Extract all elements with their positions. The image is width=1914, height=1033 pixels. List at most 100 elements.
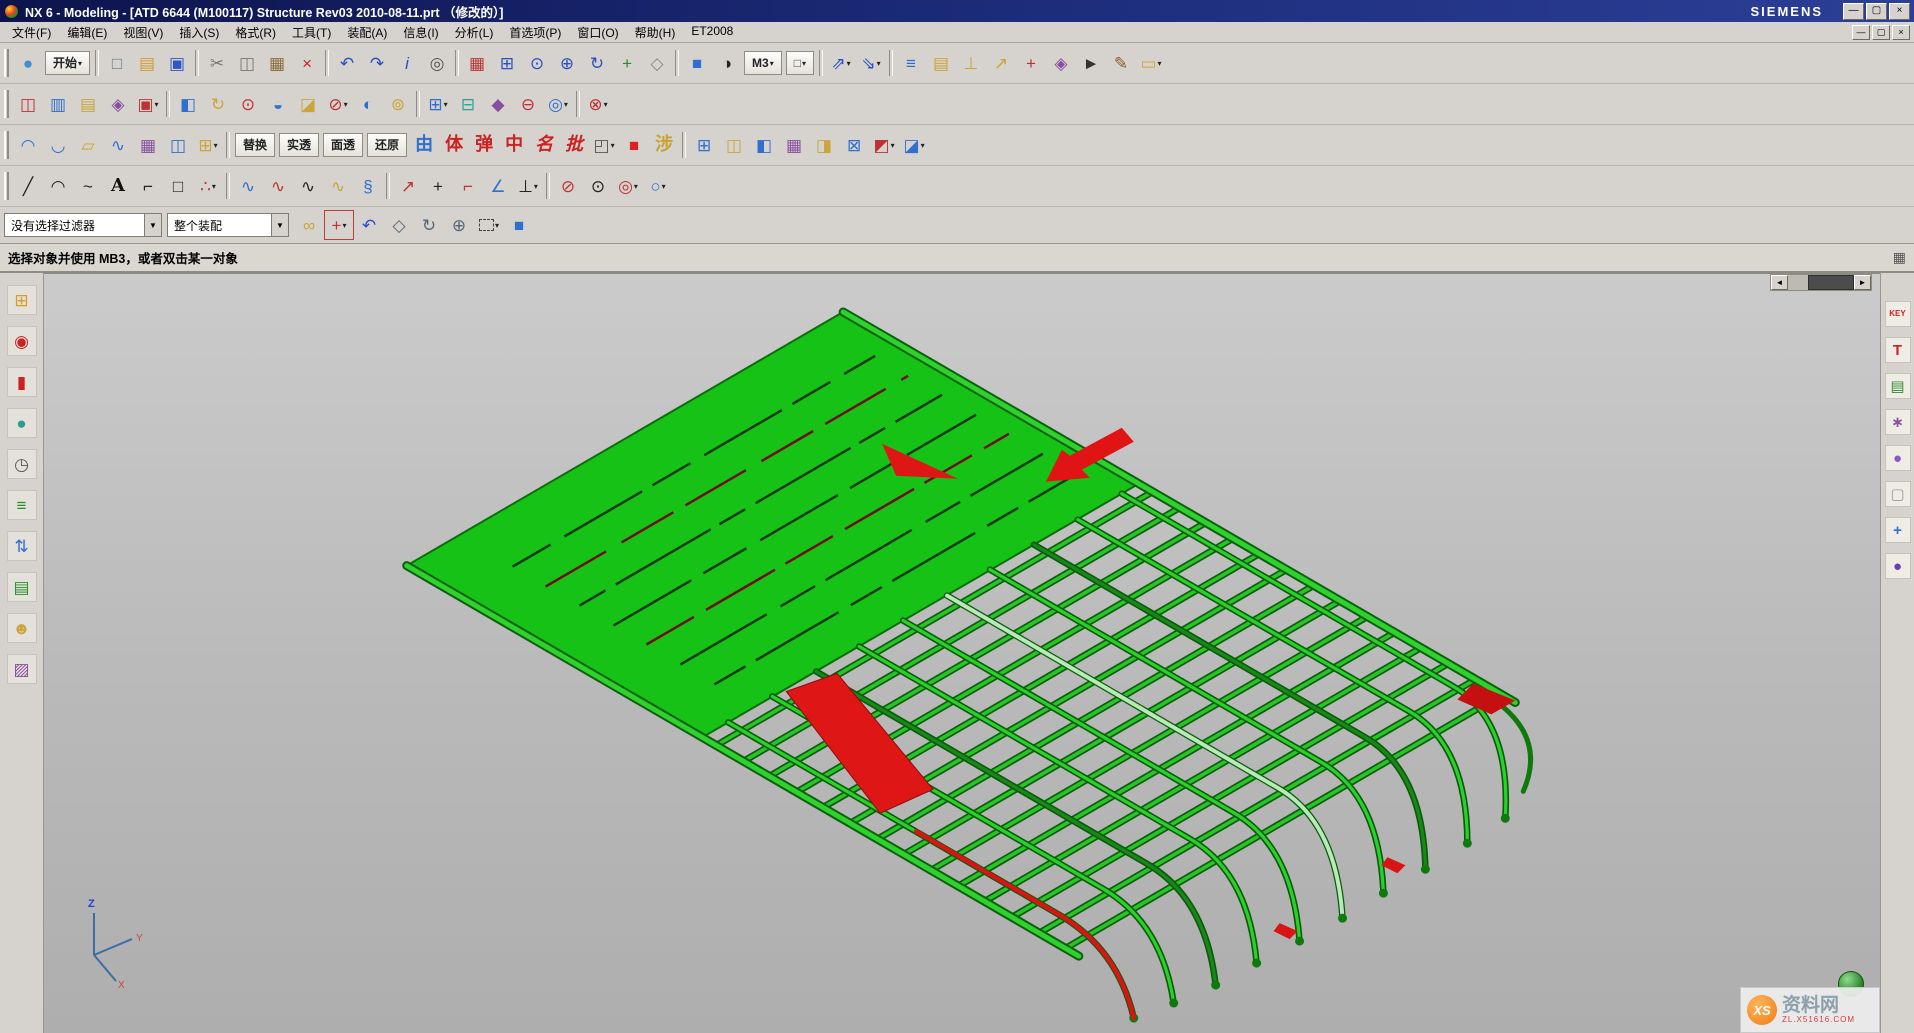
batch-display-button[interactable]: 批 <box>559 130 589 160</box>
toolbar-grip[interactable] <box>4 172 9 200</box>
body-display-button[interactable]: 体 <box>439 130 469 160</box>
separator[interactable] <box>226 173 230 199</box>
doc-minimize-button[interactable]: — <box>1852 25 1870 40</box>
surface-sheet-button[interactable]: ◠ <box>13 130 43 160</box>
refresh-button[interactable]: ↻ <box>582 48 612 78</box>
quadrant-display-button[interactable]: ◰ ▾ <box>589 130 619 160</box>
delete-face-button[interactable]: ⊗ ▾ <box>583 89 613 119</box>
assembly-move-button[interactable]: ⊠ <box>839 130 869 160</box>
perpendicular-button[interactable]: ⊥ ▾ <box>513 171 543 201</box>
separator[interactable] <box>889 50 893 76</box>
full-circle-button[interactable]: ○ ▾ <box>643 171 673 201</box>
project-curve-button[interactable]: ↗ <box>393 171 423 201</box>
assembly-pattern-button[interactable]: ▦ <box>779 130 809 160</box>
doc-restore-button[interactable]: ▢ <box>1872 25 1890 40</box>
key-palette-button[interactable]: KEY <box>1885 301 1911 327</box>
menu-edit[interactable]: 编辑(E) <box>59 22 115 43</box>
scroll-right-button[interactable]: ► <box>1854 275 1871 290</box>
center-display-button[interactable]: 中 <box>499 130 529 160</box>
coordinate-triad[interactable]: Z Y X <box>72 893 164 989</box>
constraint-navigator-button[interactable]: ◉ <box>7 326 37 356</box>
name-display-button[interactable]: 名 <box>529 130 559 160</box>
part-navigator-button[interactable]: ≡ <box>7 490 37 520</box>
part-drawing-button[interactable]: ◫ <box>13 89 43 119</box>
intersect-button[interactable]: ◆ <box>483 89 513 119</box>
display-window-button[interactable]: ▦ <box>462 48 492 78</box>
surface-bowl-button[interactable]: ◡ <box>43 130 73 160</box>
redo-button[interactable]: ↷ <box>362 48 392 78</box>
shell-button[interactable]: ◐ <box>353 89 383 119</box>
marquee-select-button[interactable]: ▾ <box>474 210 504 240</box>
subtract-button[interactable]: ⊟ <box>453 89 483 119</box>
selection-filter-combo[interactable]: 没有选择过滤器 ▼ <box>4 213 162 237</box>
arc-button[interactable]: ◠ <box>43 171 73 201</box>
menu-preferences[interactable]: 首选项(P) <box>501 22 569 43</box>
extrude-button[interactable]: ◧ <box>173 89 203 119</box>
visualization-palette-button[interactable]: ▤ <box>1885 373 1911 399</box>
orient-view-button[interactable]: ⇗ ▾ <box>826 48 856 78</box>
rectangle-button[interactable]: □ <box>163 171 193 201</box>
menu-window[interactable]: 窗口(O) <box>569 22 626 43</box>
minimize-button[interactable]: — <box>1843 3 1864 20</box>
menu-format[interactable]: 格式(R) <box>227 22 284 43</box>
shaded-cube-button[interactable]: ■ <box>504 210 534 240</box>
menu-file[interactable]: 文件(F) <box>4 22 59 43</box>
wave-curve-button[interactable]: ~ <box>73 171 103 201</box>
vector-button[interactable]: ↗ <box>986 48 1016 78</box>
snap-point-button[interactable]: + ▾ <box>324 210 354 240</box>
offset-curve-button[interactable]: ⊘ <box>553 171 583 201</box>
history-button[interactable]: ◷ <box>7 449 37 479</box>
menu-assemblies[interactable]: 装配(A) <box>339 22 395 43</box>
toolbar-grip[interactable] <box>4 90 9 118</box>
separator[interactable] <box>819 50 823 76</box>
separator[interactable] <box>675 50 679 76</box>
menu-et2008[interactable]: ET2008 <box>683 22 741 43</box>
cup-palette-button[interactable]: ▢ <box>1885 481 1911 507</box>
sheet-button[interactable]: ▥ <box>43 89 73 119</box>
replace-button[interactable]: 替换 <box>235 133 275 157</box>
model-3d-view[interactable] <box>44 274 1880 1033</box>
scrollbar-thumb[interactable] <box>1808 275 1854 290</box>
separator[interactable] <box>682 132 686 158</box>
cut-button[interactable]: ✂ <box>202 48 232 78</box>
red-block-button[interactable]: ■ <box>619 130 649 160</box>
toolbar-grip[interactable] <box>4 131 9 159</box>
clamp-palette-button[interactable]: + <box>1885 517 1911 543</box>
measure-button[interactable]: ▭ ▾ <box>1136 48 1166 78</box>
menu-insert[interactable]: 插入(S) <box>171 22 227 43</box>
assembly-navigator-button[interactable]: ⊞ <box>7 285 37 315</box>
doc-close-button[interactable]: × <box>1892 25 1910 40</box>
web-browser-button[interactable]: ● <box>7 408 37 438</box>
delete-button[interactable]: × <box>292 48 322 78</box>
selection-scope-combo[interactable]: 整个装配 ▼ <box>167 213 289 237</box>
table-button[interactable]: ▤ <box>73 89 103 119</box>
separator[interactable] <box>546 173 550 199</box>
pan-view-button[interactable]: ⊕ <box>444 210 474 240</box>
perspective-button[interactable]: ◇ <box>642 48 672 78</box>
hd3d-tools-button[interactable]: ▮ <box>7 367 37 397</box>
menu-information[interactable]: 信息(I) <box>395 22 446 43</box>
scrollbar-track[interactable] <box>1788 275 1854 290</box>
sphere-palette-button[interactable]: ● <box>1885 553 1911 579</box>
fit-spline-button[interactable]: ∿ <box>293 171 323 201</box>
unite-button[interactable]: ⊞ ▾ <box>423 89 453 119</box>
datum-plane-button[interactable]: ◈ <box>103 89 133 119</box>
hole-button[interactable]: ⊙ <box>233 89 263 119</box>
info-cursor-button[interactable]: i <box>392 48 422 78</box>
part-list-button[interactable]: ≡ <box>896 48 926 78</box>
separator[interactable] <box>325 50 329 76</box>
chevron-down-icon[interactable]: ▼ <box>144 214 161 236</box>
assembly-open-button[interactable]: ◫ <box>719 130 749 160</box>
material-palette-button[interactable]: ∗ <box>1885 409 1911 435</box>
line-button[interactable]: ╱ <box>13 171 43 201</box>
sketch-button[interactable]: ▣ ▾ <box>133 89 163 119</box>
menu-help[interactable]: 帮助(H) <box>627 22 684 43</box>
toolbar-grip[interactable] <box>4 49 9 77</box>
process-studio-button[interactable]: ▤ <box>7 572 37 602</box>
select-cursor-button[interactable]: ► <box>1076 48 1106 78</box>
roles-button[interactable]: ☻ <box>7 613 37 643</box>
undo-selection-button[interactable]: ↶ <box>354 210 384 240</box>
copy-button[interactable]: ◫ <box>232 48 262 78</box>
helix-button[interactable]: § <box>353 171 383 201</box>
section-curve-button[interactable]: ⌐ <box>453 171 483 201</box>
